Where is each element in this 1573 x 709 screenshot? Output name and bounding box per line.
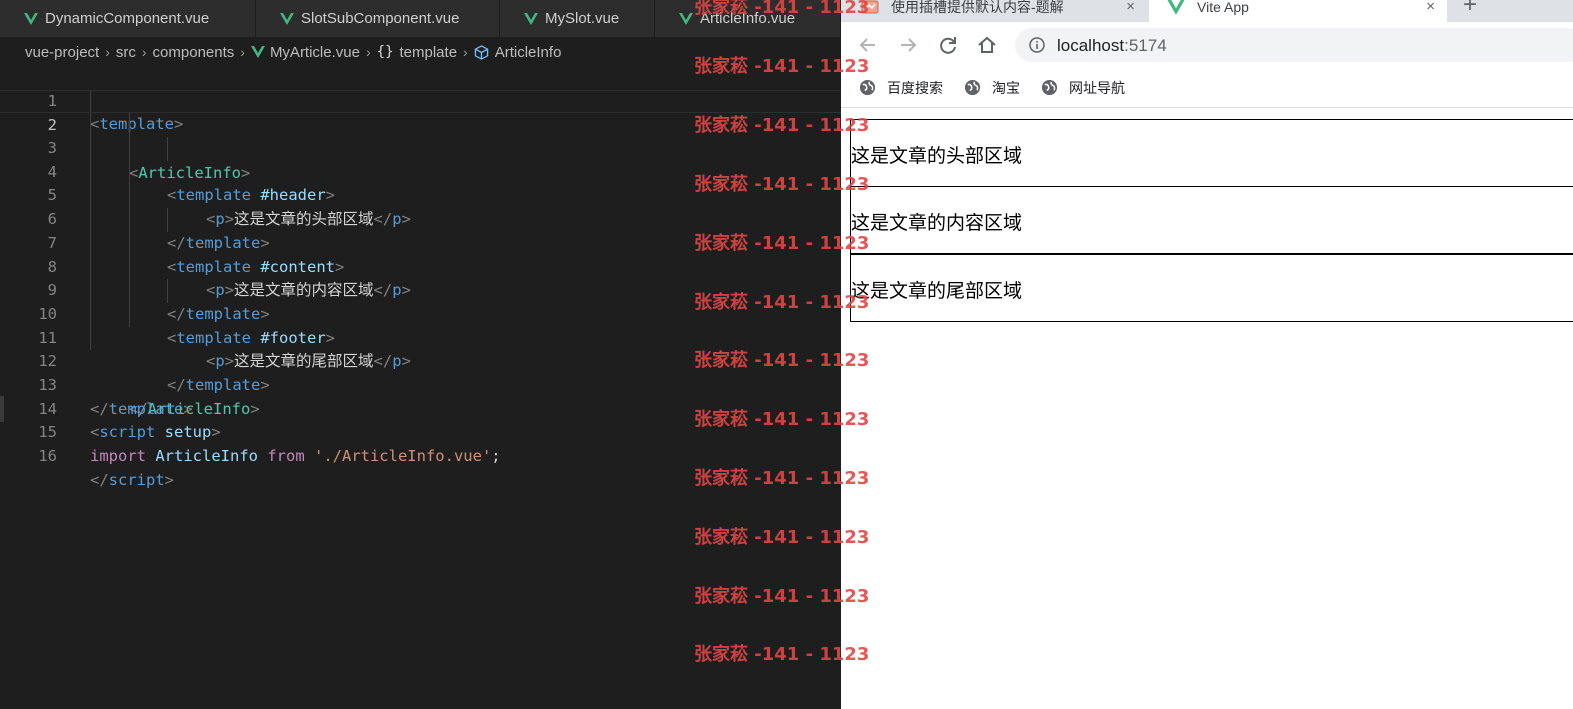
bookmark-nav[interactable]: 网址导航 (1041, 78, 1125, 98)
vue-file-icon (280, 12, 294, 25)
cube-icon (474, 44, 488, 60)
bookmark-label: 网址导航 (1069, 79, 1125, 96)
article-footer-box: 这是文章的尾部区域 (850, 254, 1573, 322)
code-line: 9 <template #footer> (0, 255, 841, 347)
code-line: 3 <template #header> (0, 113, 841, 204)
globe-icon (964, 79, 981, 96)
browser-tab-title: Vite App (1197, 0, 1249, 15)
code-line: 15 import ArticleInfo from './ArticleInf… (0, 398, 841, 465)
code-line: 11 </template> (0, 302, 841, 394)
editor-tab-label: MySlot.vue (545, 10, 620, 27)
code-line: 13 </template> (0, 350, 841, 418)
address-bar[interactable]: localhost:5174 (1015, 28, 1573, 62)
close-icon[interactable]: × (1426, 0, 1435, 15)
page-content: 这是文章的头部区域 这是文章的内容区域 这是文章的尾部区域 (841, 109, 1573, 709)
code-line: 4 <p>这是文章的头部区域</p> (0, 137, 841, 228)
editor-tab-dynamiccomponent[interactable]: DynamicComponent.vue (0, 0, 256, 37)
forward-arrow-icon[interactable] (897, 34, 919, 56)
code-line: 10 <p>这是文章的尾部区域</p> (0, 279, 841, 370)
breadcrumb-section[interactable]: template (400, 44, 458, 61)
braces-icon: {} (376, 44, 394, 60)
code-line: 16 </script> (0, 421, 841, 489)
browser-window: 使用插槽提供默认内容-题解 × Vite App × + localhost:5… (841, 0, 1573, 709)
editor-tab-myslot[interactable]: MySlot.vue (500, 0, 655, 37)
code-area[interactable]: 1 <template> 2 <ArticleInfo> 3 <template… (0, 66, 841, 489)
code-line: 8 </template> (0, 231, 841, 323)
vue-logo-icon (1167, 0, 1185, 15)
editor-tab-label: ArticleInfo.vue (700, 10, 796, 27)
vue-file-icon (250, 46, 265, 58)
code-editor: DynamicComponent.vue SlotSubComponent.vu… (0, 0, 841, 709)
back-arrow-icon[interactable] (857, 34, 879, 56)
page-favicon-icon (861, 0, 879, 14)
line-text: import ArticleInfo from './ArticleInfo.v… (90, 447, 501, 466)
close-icon[interactable]: × (1126, 0, 1135, 15)
gutter-marker (0, 396, 4, 422)
breadcrumb: vue-project › src › components › MyArtic… (0, 37, 841, 67)
browser-tab-vite-app[interactable]: Vite App × (1149, 0, 1447, 22)
globe-icon (859, 79, 876, 96)
vue-file-icon (679, 12, 693, 25)
bookmarks-bar: 百度搜索 淘宝 网址导航 (841, 68, 1573, 108)
chevron-right-icon: › (240, 44, 245, 60)
editor-tab-label: DynamicComponent.vue (45, 10, 210, 27)
browser-tab-strip: 使用插槽提供默认内容-题解 × Vite App × + (841, 0, 1573, 22)
code-line: 12 </ArticleInfo> (0, 326, 841, 418)
bookmark-baidu[interactable]: 百度搜索 (859, 78, 943, 98)
info-icon[interactable] (1029, 37, 1045, 53)
code-line: 6 <template #content> (0, 184, 841, 276)
browser-toolbar: localhost:5174 (841, 22, 1573, 68)
home-icon[interactable] (976, 34, 998, 56)
line-number: 16 (38, 447, 57, 466)
chevron-right-icon: › (105, 44, 110, 60)
reload-icon[interactable] (937, 34, 959, 56)
vue-file-icon (524, 12, 538, 25)
line-text: </script> (90, 470, 175, 489)
editor-tab-articleinfo[interactable]: ArticleInfo.vue (655, 0, 841, 37)
article-content-text: 这是文章的内容区域 (851, 212, 1023, 234)
editor-tab-bar: DynamicComponent.vue SlotSubComponent.vu… (0, 0, 841, 37)
breadcrumb-folder[interactable]: components (153, 44, 235, 61)
chevron-right-icon: › (365, 44, 371, 60)
code-line: 14 <script setup> (0, 374, 841, 442)
chevron-right-icon: › (141, 44, 147, 60)
breadcrumb-symbol[interactable]: ArticleInfo (495, 44, 562, 61)
editor-tab-label: SlotSubComponent.vue (301, 10, 460, 27)
globe-icon (1041, 79, 1058, 96)
breadcrumb-project[interactable]: vue-project (25, 44, 99, 61)
chevron-right-icon: › (463, 44, 468, 60)
bookmark-label: 百度搜索 (887, 79, 943, 96)
article-content-box: 这是文章的内容区域 (850, 186, 1573, 254)
code-line: 7 <p>这是文章的内容区域</p> (0, 208, 841, 299)
editor-tab-slotsubcomponent[interactable]: SlotSubComponent.vue (256, 0, 500, 37)
url-text: localhost:5174 (1057, 36, 1167, 55)
article-footer-text: 这是文章的尾部区域 (851, 280, 1023, 302)
bookmark-label: 淘宝 (992, 79, 1020, 96)
article-header-box: 这是文章的头部区域 (850, 119, 1573, 187)
browser-tab-solution[interactable]: 使用插槽提供默认内容-题解 × (861, 0, 1147, 22)
vue-file-icon (24, 12, 38, 25)
breadcrumb-src[interactable]: src (116, 44, 136, 61)
code-line: 5 </template> (0, 160, 841, 252)
bookmark-taobao[interactable]: 淘宝 (964, 78, 1020, 98)
article-header-text: 这是文章的头部区域 (851, 145, 1023, 167)
code-line: 1 <template> (0, 66, 841, 134)
breadcrumb-file[interactable]: MyArticle.vue (270, 44, 360, 61)
browser-tab-title: 使用插槽提供默认内容-题解 (891, 0, 1064, 15)
code-line-current: 2 <ArticleInfo> (0, 89, 841, 182)
new-tab-button[interactable]: + (1463, 0, 1477, 19)
